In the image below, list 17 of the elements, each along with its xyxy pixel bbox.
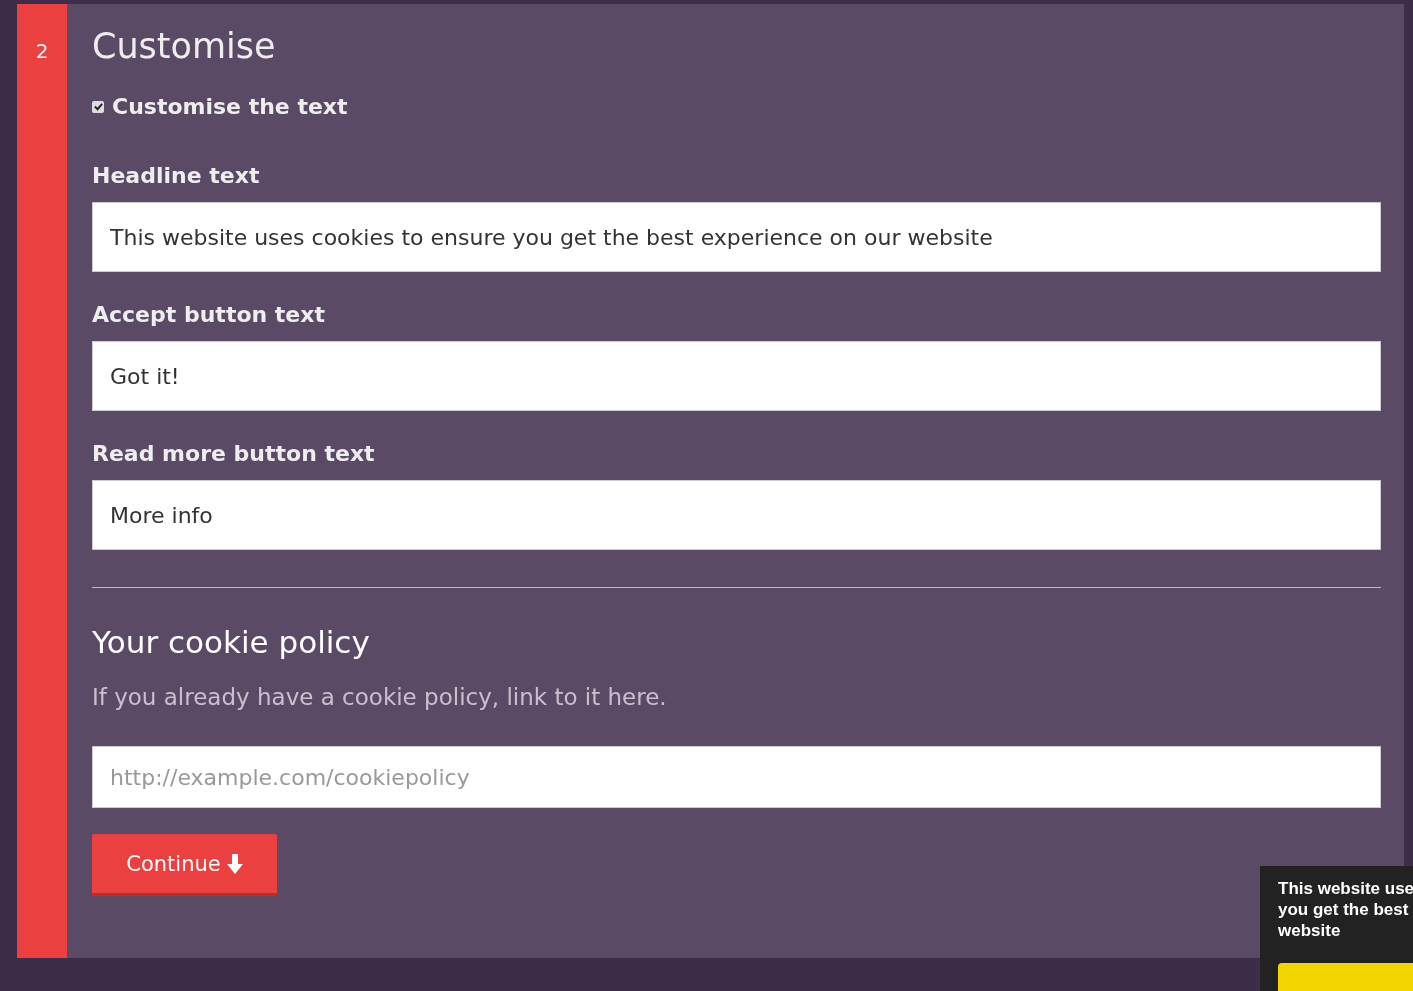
- text-field[interactable]: Got it!: [92, 341, 1381, 411]
- field-label: Headline text: [92, 163, 260, 188]
- field-label: Accept button text: [92, 302, 325, 327]
- description: If you already have a cookie policy, link to it here.: [92, 684, 667, 710]
- checkbox[interactable]: [92, 100, 104, 113]
- section-title: Customise: [92, 26, 276, 66]
- text-field[interactable]: This website uses cookies to ensure you get the best experience on our website: [92, 202, 1381, 272]
- arrow-down-icon: [226, 853, 243, 874]
- check-icon: [93, 102, 103, 111]
- banner-text: This website use you get the best website: [1278, 878, 1413, 941]
- checkbox-label: Customise the text: [112, 94, 348, 119]
- section-heading: Your cookie policy: [92, 624, 370, 660]
- continue-button[interactable]: Continue: [92, 834, 277, 896]
- text-field[interactable]: More info: [92, 480, 1381, 550]
- url-field[interactable]: http://example.com/cookiepolicy: [92, 746, 1381, 808]
- field-label: Read more button text: [92, 441, 375, 466]
- step-number: 2: [35, 39, 49, 63]
